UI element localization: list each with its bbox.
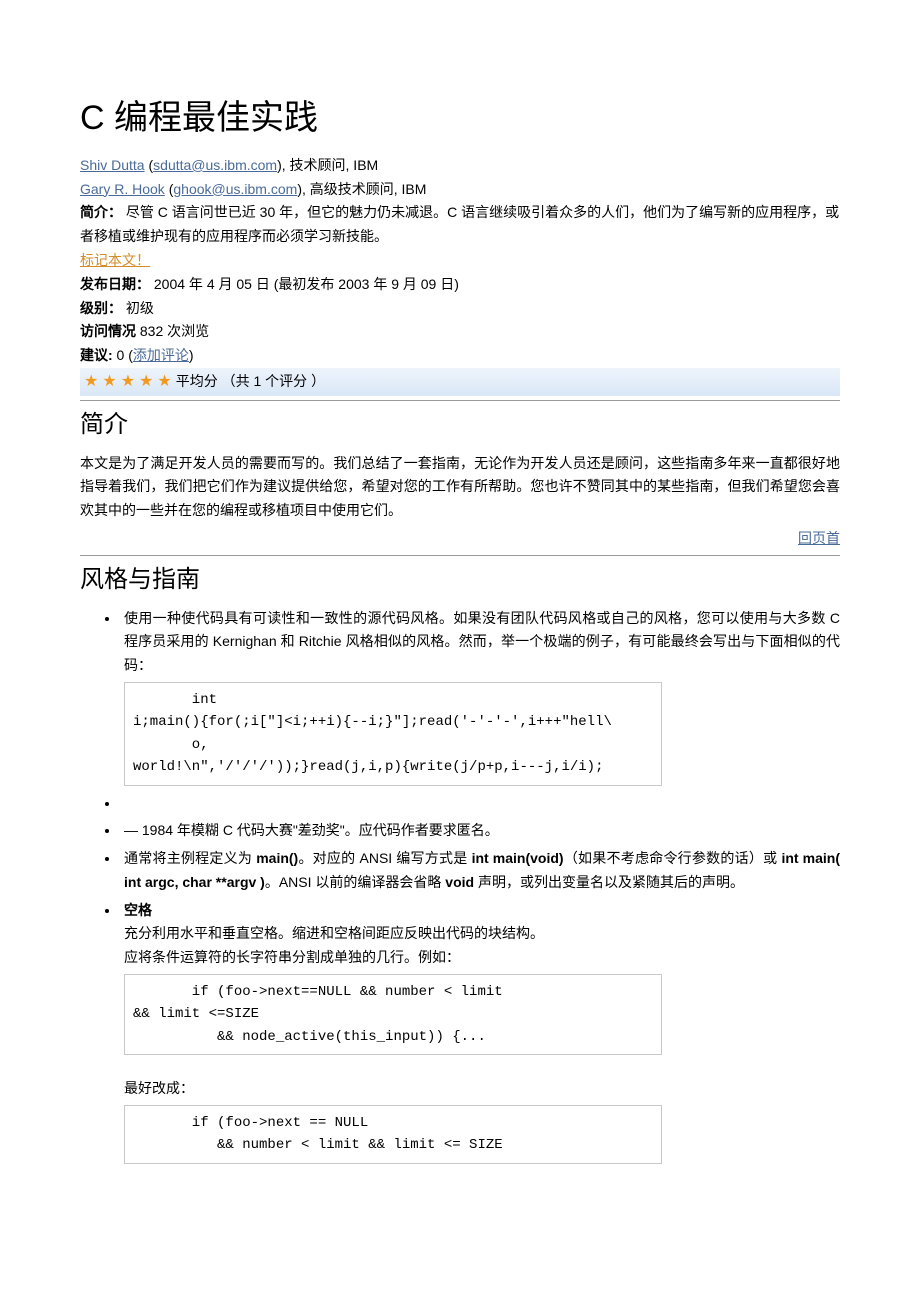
intro-body: 本文是为了满足开发人员的需要而写的。我们总结了一套指南，无论作为开发人员还是顾问… xyxy=(80,452,840,523)
b3-main2: int main(void) xyxy=(472,850,564,866)
star-icon: ★ xyxy=(121,374,135,390)
author-name-link-2[interactable]: Gary R. Hook xyxy=(80,181,165,197)
whitespace-line-1: 充分利用水平和垂直空格。缩进和空格间距应反映出代码的块结构。 xyxy=(124,922,840,946)
list-item: 通常将主例程定义为 main()。对应的 ANSI 编写方式是 int main… xyxy=(120,847,840,895)
bookmark-link[interactable]: 标记本文！ xyxy=(80,252,150,268)
level-row: 级别： 初级 xyxy=(80,297,840,321)
author-email-link-2[interactable]: ghook@us.ibm.com xyxy=(173,181,297,197)
paren-close: ), xyxy=(277,157,289,173)
b3-b: 。对应的 ANSI 编写方式是 xyxy=(298,850,471,866)
spacer xyxy=(124,1061,840,1077)
pubdate-row: 发布日期： 2004 年 4 月 05 日 (最初发布 2003 年 9 月 0… xyxy=(80,273,840,297)
whitespace-line-2: 应将条件运算符的长字符串分割成单独的几行。例如： xyxy=(124,946,840,970)
list-item-empty xyxy=(120,792,840,816)
code-block-3: if (foo->next == NULL && number < limit … xyxy=(124,1105,662,1164)
style-bullet-list: 使用一种使代码具有可读性和一致性的源代码风格。如果没有团队代码风格或自己的风格，… xyxy=(80,607,840,1164)
rating-text: 平均分 （共 1 个评分 ） xyxy=(176,370,325,394)
paren-open: ( xyxy=(145,157,154,173)
suggest-row: 建议: 0 (添加评论) xyxy=(80,344,840,368)
suggest-label: 建议: xyxy=(80,347,113,363)
summary-text: 尽管 C 语言问世已近 30 年，但它的魅力仍未减退。C 语言继续吸引着众多的人… xyxy=(80,204,839,244)
rating-bar: ★ ★ ★ ★ ★ 平均分 （共 1 个评分 ） xyxy=(80,368,840,396)
star-icon: ★ xyxy=(157,374,171,390)
divider xyxy=(80,555,840,556)
page-root: C 编程最佳实践 Shiv Dutta (sdutta@us.ibm.com),… xyxy=(0,0,920,1210)
code-block-1: int i;main(){for(;i["]<i;++i){--i;}"];re… xyxy=(124,682,662,786)
b3-c: （如果不考虑命令行参数的话）或 xyxy=(564,850,782,866)
better-text: 最好改成： xyxy=(124,1077,840,1101)
author-role-2: 高级技术顾问, IBM xyxy=(310,181,427,197)
views-label: 访问情况 xyxy=(80,323,136,339)
list-item: 使用一种使代码具有可读性和一致性的源代码风格。如果没有团队代码风格或自己的风格，… xyxy=(120,607,840,786)
suggest-count: 0 ( xyxy=(113,347,133,363)
paren-close-2: ), xyxy=(297,181,309,197)
star-icon: ★ xyxy=(84,374,98,390)
b3-a: 通常将主例程定义为 xyxy=(124,850,256,866)
author-row-1: Shiv Dutta (sdutta@us.ibm.com), 技术顾问, IB… xyxy=(80,154,840,178)
section-intro-heading: 简介 xyxy=(80,405,840,446)
views-text: 832 次浏览 xyxy=(136,323,209,339)
list-item: 空格 充分利用水平和垂直空格。缩进和空格间距应反映出代码的块结构。 应将条件运算… xyxy=(120,899,840,1164)
star-icon: ★ xyxy=(102,374,116,390)
back-to-top-row: 回页首 xyxy=(80,527,840,551)
bullet-text-2: — 1984 年模糊 C 代码大赛"差劲奖"。应代码作者要求匿名。 xyxy=(124,822,499,838)
level-label: 级别： xyxy=(80,300,122,316)
bullet-text-1: 使用一种使代码具有可读性和一致性的源代码风格。如果没有团队代码风格或自己的风格，… xyxy=(124,610,840,674)
pubdate-label: 发布日期： xyxy=(80,276,150,292)
whitespace-heading: 空格 xyxy=(124,902,152,918)
b3-d: 。ANSI 以前的编译器会省略 xyxy=(265,874,445,890)
summary-row: 简介： 尽管 C 语言问世已近 30 年，但它的魅力仍未减退。C 语言继续吸引着… xyxy=(80,201,840,249)
page-title: C 编程最佳实践 xyxy=(80,90,840,148)
level-text: 初级 xyxy=(122,300,154,316)
author-role-1: 技术顾问, IBM xyxy=(290,157,379,173)
star-icon: ★ xyxy=(139,374,153,390)
list-item: — 1984 年模糊 C 代码大赛"差劲奖"。应代码作者要求匿名。 xyxy=(120,819,840,843)
pubdate-text: 2004 年 4 月 05 日 (最初发布 2003 年 9 月 09 日) xyxy=(150,276,459,292)
code-block-2: if (foo->next==NULL && number < limit &&… xyxy=(124,974,662,1055)
b3-main1: main() xyxy=(256,850,298,866)
summary-label: 简介： xyxy=(80,204,122,220)
author-name-link-1[interactable]: Shiv Dutta xyxy=(80,157,145,173)
add-comment-link[interactable]: 添加评论 xyxy=(133,347,189,363)
author-email-link-1[interactable]: sdutta@us.ibm.com xyxy=(153,157,277,173)
divider xyxy=(80,400,840,401)
section-style-heading: 风格与指南 xyxy=(80,560,840,601)
views-row: 访问情况 832 次浏览 xyxy=(80,320,840,344)
b3-e: 声明，或列出变量名以及紧随其后的声明。 xyxy=(474,874,744,890)
b3-void: void xyxy=(445,874,474,890)
suggest-close: ) xyxy=(189,347,194,363)
author-row-2: Gary R. Hook (ghook@us.ibm.com), 高级技术顾问,… xyxy=(80,178,840,202)
back-to-top-link[interactable]: 回页首 xyxy=(798,530,840,546)
bookmark-row: 标记本文！ xyxy=(80,249,840,273)
